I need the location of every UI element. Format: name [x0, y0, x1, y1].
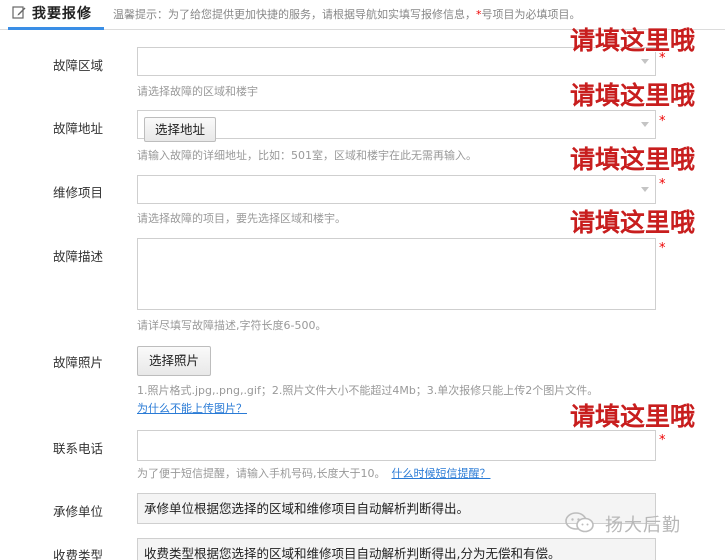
overlay-annotation: 请填这里哦	[570, 26, 696, 55]
unit-label: 承修单位	[53, 504, 104, 519]
chevron-down-icon	[641, 59, 649, 64]
overlay-annotation: 请填这里哦	[570, 208, 696, 237]
item-required-mark: *	[659, 177, 666, 192]
fee-type-field: 收费类型根据您选择的区域和维修项目自动解析判断得出,分为无偿和有偿。	[137, 538, 656, 560]
description-label: 故障描述	[53, 249, 104, 264]
phone-label: 联系电话	[53, 441, 104, 456]
tab-report-repair[interactable]: 我要报修	[8, 0, 104, 30]
watermark-text: 扬大后勤	[605, 515, 681, 536]
photo-label: 故障照片	[53, 355, 104, 370]
fee-type-label: 收费类型	[53, 548, 104, 560]
select-address-button[interactable]: 选择地址	[144, 117, 217, 142]
chevron-down-icon	[641, 187, 649, 192]
address-required-mark: *	[659, 114, 666, 129]
tab-label: 我要报修	[32, 6, 92, 22]
wechat-icon	[565, 512, 594, 533]
address-hint: 请输入故障的详细地址，比如：501室，区域和楼宇在此无需再输入。	[137, 149, 477, 162]
photo-hint: 1.照片格式.jpg,.png,.gif；2.照片文件大小不能超过4Mb；3.单…	[137, 384, 599, 397]
description-required-mark: *	[659, 241, 666, 256]
overlay-annotation: 请填这里哦	[570, 81, 696, 110]
phone-input[interactable]	[137, 430, 656, 461]
description-textarea[interactable]	[137, 238, 656, 310]
phone-required-mark: *	[659, 433, 666, 448]
sms-help-link[interactable]: 什么时候短信提醒？	[392, 467, 491, 480]
select-photo-button[interactable]: 选择照片	[137, 346, 212, 376]
edit-icon	[12, 6, 26, 19]
overlay-annotation: 请填这里哦	[570, 402, 696, 431]
description-hint: 请详尽填写故障描述,字符长度6-500。	[137, 319, 327, 332]
item-label: 维修项目	[53, 185, 104, 200]
area-label: 故障区域	[53, 58, 104, 73]
item-hint: 请选择故障的项目，要先选择区域和楼宇。	[137, 212, 346, 225]
item-select[interactable]	[137, 175, 656, 204]
photo-help-link[interactable]: 为什么不能上传图片？	[137, 400, 247, 416]
chevron-down-icon	[641, 122, 649, 127]
tip-text: 温馨提示：为了给您提供更加快捷的服务，请根据导航如实填写报修信息，*号项目为必填…	[113, 8, 581, 21]
area-hint: 请选择故障的区域和楼宇	[137, 85, 258, 98]
phone-hint: 为了便于短信提醒，请输入手机号码,长度大于10。	[137, 467, 386, 480]
overlay-annotation: 请填这里哦	[570, 145, 696, 174]
address-label: 故障地址	[53, 121, 104, 136]
phone-hint-row: 为了便于短信提醒，请输入手机号码,长度大于10。 什么时候短信提醒？	[137, 465, 491, 481]
